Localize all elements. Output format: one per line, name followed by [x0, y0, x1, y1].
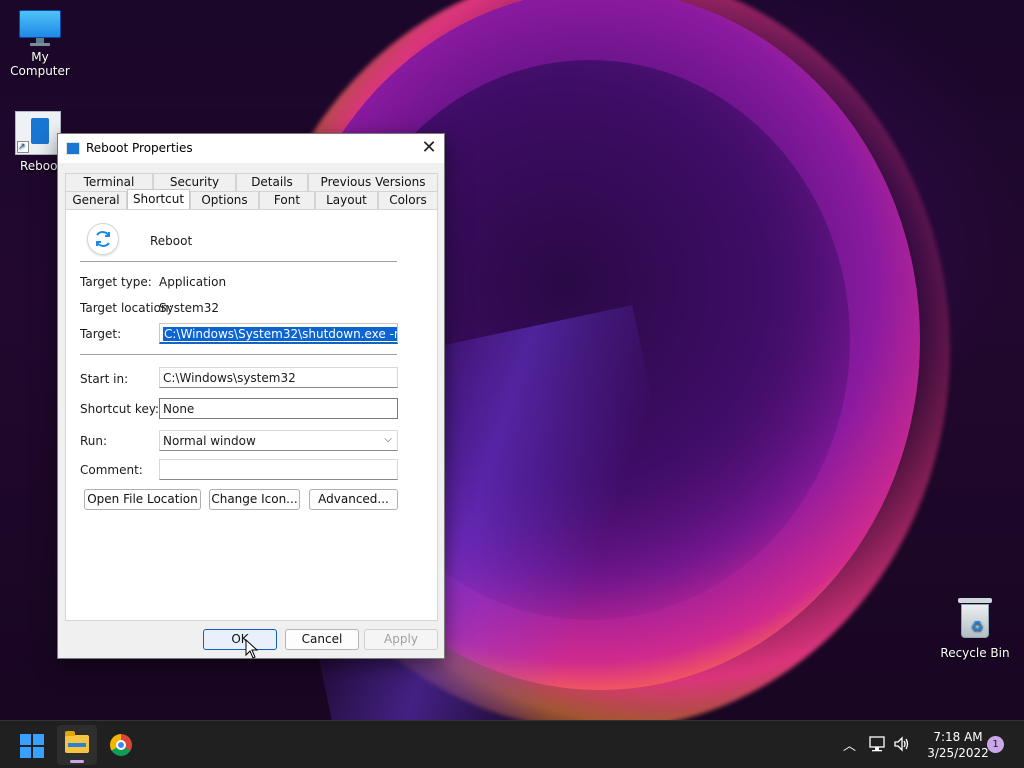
desktop-icon-label: Recycle Bin [940, 646, 1010, 660]
start-in-label: Start in: [80, 372, 129, 386]
monitor-icon [19, 10, 61, 46]
start-in-input[interactable]: C:\Windows\system32 [159, 367, 398, 388]
mouse-cursor-icon [245, 639, 259, 659]
tab-options[interactable]: Options [190, 191, 259, 209]
tab-general[interactable]: General [65, 191, 127, 209]
target-type-value: Application [159, 275, 227, 289]
properties-dialog: Reboot Properties ✕ Terminal Security De… [57, 133, 445, 659]
apply-button[interactable]: Apply [364, 629, 438, 650]
taskbar: ︿ 7:18 AM 3/25/2022 1 [0, 720, 1024, 768]
tab-details[interactable]: Details [236, 173, 308, 191]
divider [80, 354, 397, 355]
shortcut-icon: ↗ [15, 111, 61, 155]
notification-badge[interactable]: 1 [987, 736, 1004, 753]
run-label: Run: [80, 434, 108, 448]
start-button[interactable] [20, 734, 44, 758]
chrome-icon [110, 734, 132, 756]
network-icon[interactable] [869, 736, 887, 752]
target-input-selection: C:\Windows\System32\shutdown.exe -r -t 1 [163, 327, 397, 341]
cancel-button[interactable]: Cancel [285, 629, 359, 650]
windows-logo-icon [20, 734, 31, 745]
divider [80, 261, 397, 262]
taskbar-file-explorer[interactable] [57, 725, 97, 765]
open-file-location-button[interactable]: Open File Location [84, 489, 201, 510]
run-dropdown-value: Normal window [163, 434, 256, 448]
tab-previous-versions[interactable]: Previous Versions [308, 173, 438, 191]
close-button[interactable]: ✕ [414, 134, 444, 162]
taskbar-clock[interactable]: 7:18 AM 3/25/2022 [918, 729, 998, 761]
volume-icon[interactable] [893, 736, 911, 752]
shortcut-key-input[interactable]: None [159, 398, 398, 419]
ok-button[interactable]: OK [203, 629, 277, 650]
folder-icon [65, 731, 89, 753]
shortcut-key-label: Shortcut key: [80, 402, 160, 416]
chevron-up-icon[interactable]: ︿ [843, 735, 856, 754]
desktop-icon-label: My Computer [10, 50, 70, 78]
target-input[interactable]: C:\Windows\System32\shutdown.exe -r -t 1 [159, 323, 398, 344]
tab-font[interactable]: Font [259, 191, 315, 209]
shortcut-panel: Reboot Target type: Application Target l… [65, 209, 438, 621]
run-dropdown[interactable]: Normal window ⌵ [159, 430, 398, 451]
tab-layout[interactable]: Layout [315, 191, 378, 209]
desktop-icon-my-computer[interactable]: My Computer [0, 10, 80, 78]
desktop-icon-recycle-bin[interactable]: ♻ Recycle Bin [935, 598, 1015, 660]
clock-date: 3/25/2022 [927, 746, 989, 760]
change-icon-button[interactable]: Change Icon... [209, 489, 300, 510]
dialog-title: Reboot Properties [86, 141, 193, 155]
tab-shortcut[interactable]: Shortcut [127, 189, 190, 209]
recycle-bin-icon: ♻ [958, 598, 992, 638]
dialog-titlebar[interactable]: Reboot Properties ✕ [58, 134, 444, 163]
comment-label: Comment: [80, 463, 143, 477]
close-icon: ✕ [421, 137, 437, 158]
taskbar-chrome[interactable] [101, 725, 141, 765]
comment-input[interactable] [159, 459, 398, 480]
target-type-label: Target type: [80, 275, 152, 289]
advanced-button[interactable]: Advanced... [309, 489, 398, 510]
target-label: Target: [80, 327, 122, 341]
tab-colors[interactable]: Colors [378, 191, 438, 209]
target-location-value: System32 [159, 301, 220, 315]
reboot-icon [87, 223, 119, 255]
chevron-down-icon: ⌵ [384, 434, 392, 445]
shortcut-name: Reboot [150, 234, 193, 248]
shortcut-icon [66, 142, 80, 155]
clock-time: 7:18 AM [933, 730, 983, 744]
